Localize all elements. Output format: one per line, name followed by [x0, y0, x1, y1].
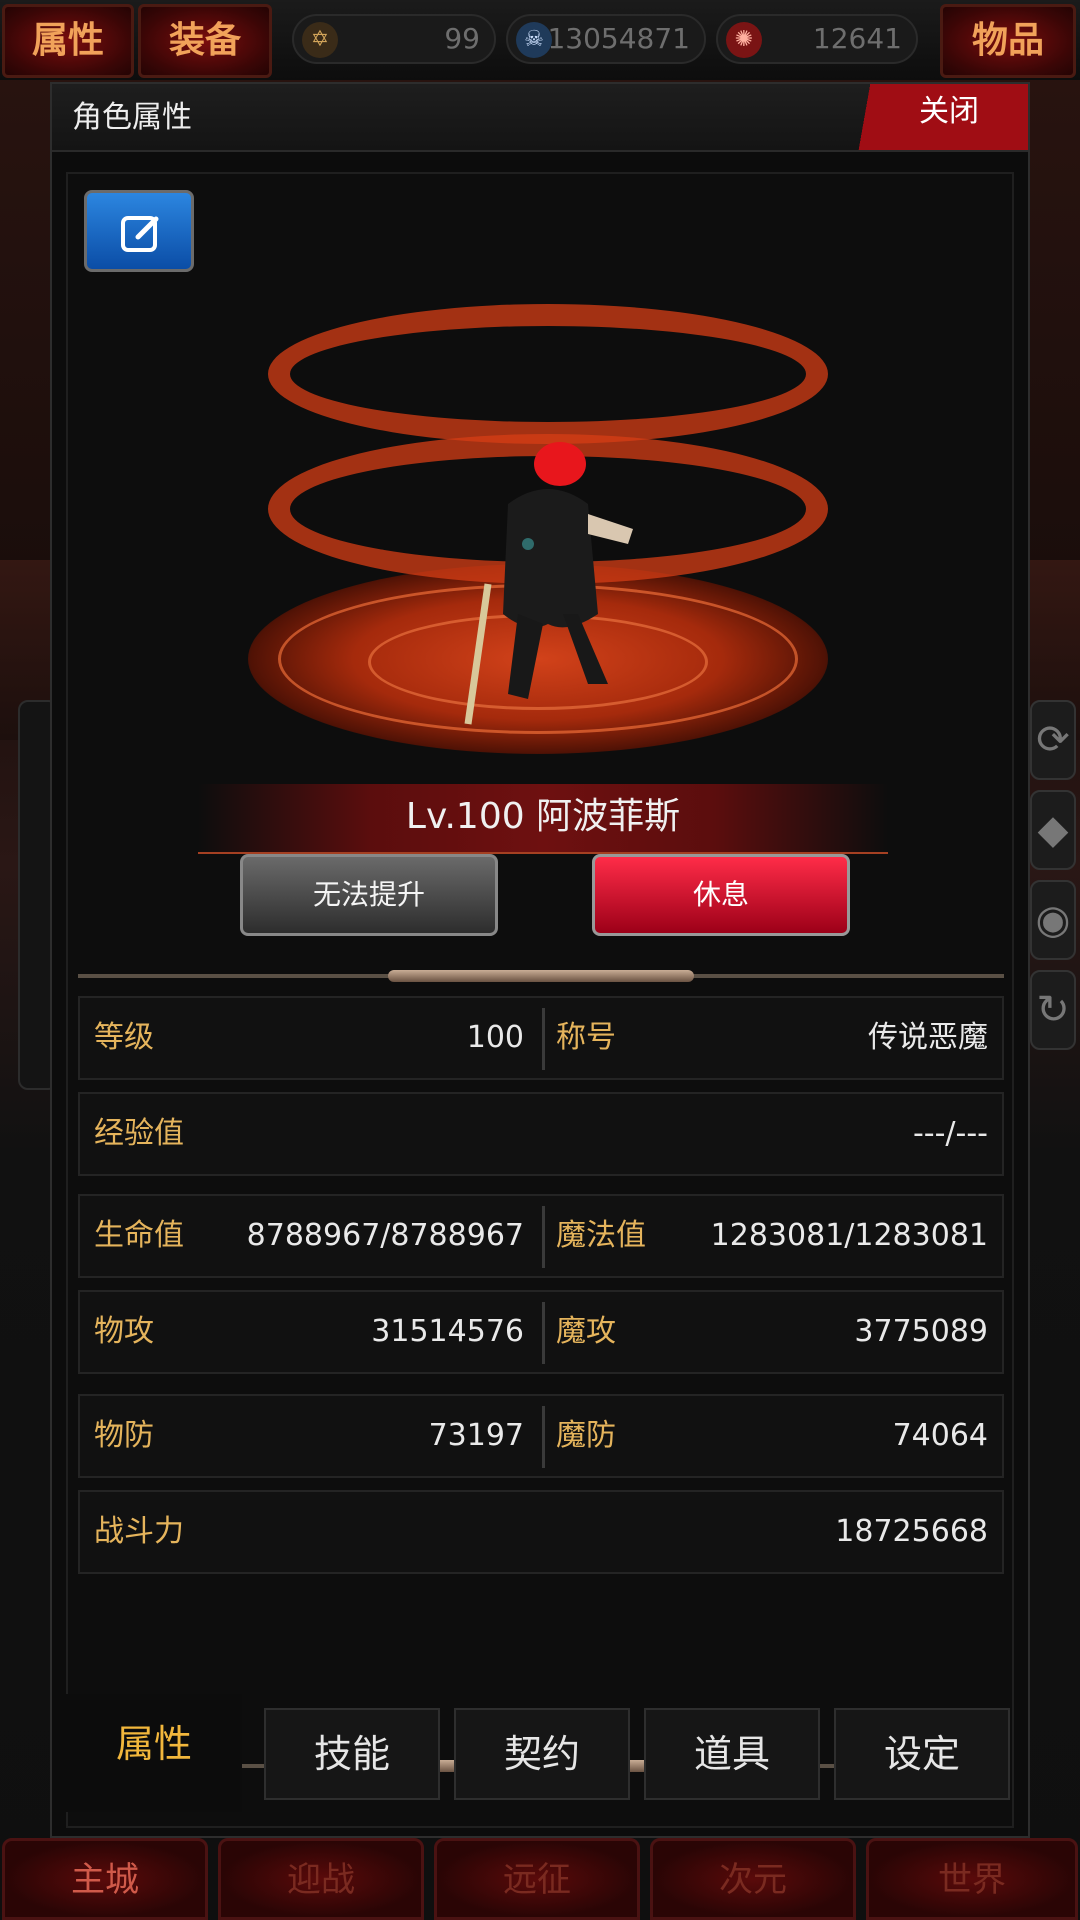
resource-star: ✡ 99	[292, 14, 496, 64]
title-value: 传说恶魔	[868, 1020, 988, 1055]
resource-star-value: 99	[444, 22, 480, 55]
physical-attack-label: 物攻	[94, 1314, 154, 1349]
physical-defense-value: 73197	[428, 1418, 524, 1453]
exp-label: 经验值	[94, 1116, 184, 1151]
tab-contracts[interactable]: 契约	[454, 1708, 630, 1800]
physical-attack-value: 31514576	[371, 1314, 524, 1349]
magic-defense-value: 74064	[892, 1418, 988, 1453]
nav-dimension[interactable]: 次元	[650, 1838, 856, 1920]
combat-power-value: 18725668	[835, 1514, 988, 1549]
tab-settings[interactable]: 设定	[834, 1708, 1010, 1800]
stat-row-hp-mp: 生命值 8788967/8788967 魔法值 1283081/1283081	[78, 1194, 1004, 1278]
character-attributes-dialog: 角色属性 关闭 Lv.100 阿波菲斯 无法提升 休息 等级 100 称号 传说…	[50, 82, 1030, 1838]
divider-top	[78, 970, 1004, 982]
stat-row-power: 战斗力 18725668	[78, 1490, 1004, 1574]
auto-icon: ↻	[1030, 970, 1076, 1050]
star-emblem-icon: ✡	[302, 22, 338, 58]
resource-skull-value: 13054871	[547, 22, 690, 55]
refresh-icon: ⟳	[1030, 700, 1076, 780]
upgrade-button[interactable]: 无法提升	[240, 854, 498, 936]
physical-defense-label: 物防	[94, 1418, 154, 1453]
stat-row-level: 等级 100 称号 传说恶魔	[78, 996, 1004, 1080]
rest-button[interactable]: 休息	[592, 854, 850, 936]
bottom-navigation: 主城 迎战 远征 次元 世界	[0, 1838, 1080, 1920]
badge-icon: ◆	[1030, 790, 1076, 870]
dialog-tabs: 属性 技能 契约 道具 设定	[52, 1694, 1028, 1834]
character-name-banner: Lv.100 阿波菲斯	[198, 784, 888, 854]
resource-gem: ✺ 12641	[716, 14, 918, 64]
dialog-title: 角色属性	[72, 100, 192, 135]
equipment-top-button[interactable]: 装备	[138, 4, 272, 78]
exp-value: ---/---	[912, 1116, 988, 1151]
nav-expedition[interactable]: 远征	[434, 1838, 640, 1920]
stat-row-exp: 经验值 ---/---	[78, 1092, 1004, 1176]
hp-label: 生命值	[94, 1218, 184, 1253]
level-value: 100	[466, 1020, 524, 1055]
red-gem-icon: ✺	[726, 22, 762, 58]
stat-row-attack: 物攻 31514576 魔攻 3775089	[78, 1290, 1004, 1374]
character-sprite	[464, 442, 633, 725]
nav-world[interactable]: 世界	[866, 1838, 1078, 1920]
mp-value: 1283081/1283081	[710, 1218, 988, 1253]
magic-attack-value: 3775089	[854, 1314, 988, 1349]
top-bar: 属性 装备 ✡ 99 ☠ 13054871 ✺ 12641 物品	[0, 0, 1080, 80]
tab-attributes[interactable]: 属性	[66, 1694, 242, 1812]
tab-skills[interactable]: 技能	[264, 1708, 440, 1800]
stat-row-defense: 物防 73197 魔防 74064	[78, 1394, 1004, 1478]
resource-gem-value: 12641	[812, 22, 902, 55]
mp-label: 魔法值	[556, 1218, 646, 1253]
nav-main-city[interactable]: 主城	[2, 1838, 208, 1920]
background-side-icons: ⟳ ◆ ◉ ↻	[1030, 700, 1080, 1060]
edit-icon	[121, 216, 159, 252]
combat-power-label: 战斗力	[94, 1514, 184, 1549]
magic-ring-upper	[268, 304, 828, 444]
dialog-header: 角色属性 关闭	[52, 84, 1028, 152]
items-top-button[interactable]: 物品	[940, 4, 1076, 78]
edit-button[interactable]	[84, 190, 194, 272]
character-stage	[228, 284, 848, 764]
dialog-body: Lv.100 阿波菲斯 无法提升 休息 等级 100 称号 传说恶魔 经验值 -…	[66, 172, 1014, 1828]
close-button[interactable]: 关闭	[852, 84, 1028, 150]
resource-skull: ☠ 13054871	[506, 14, 706, 64]
hp-value: 8788967/8788967	[246, 1218, 524, 1253]
level-label: 等级	[94, 1020, 154, 1055]
sound-icon: ◉	[1030, 880, 1076, 960]
magic-defense-label: 魔防	[556, 1418, 616, 1453]
title-label: 称号	[556, 1020, 616, 1055]
magic-attack-label: 魔攻	[556, 1314, 616, 1349]
attributes-top-button[interactable]: 属性	[2, 4, 134, 78]
nav-battle[interactable]: 迎战	[218, 1838, 424, 1920]
tab-items[interactable]: 道具	[644, 1708, 820, 1800]
